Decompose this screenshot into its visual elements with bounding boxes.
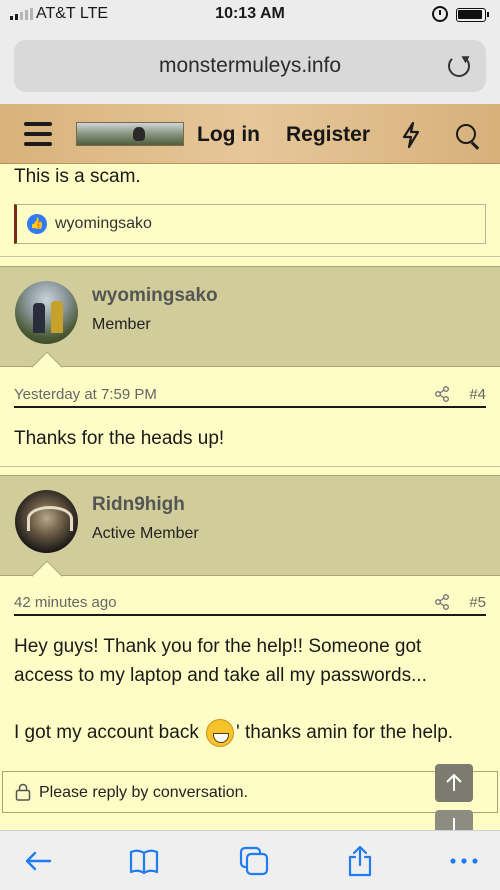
like-icon: 👍 [27,214,47,234]
scroll-top-button[interactable] [435,764,473,802]
grin-emoji-icon [206,718,235,747]
bookmarks-icon[interactable] [128,845,160,877]
arrow-up-icon [446,773,462,791]
post-5-message-line-3a: I got my account back [14,722,199,743]
browser-toolbar [0,830,500,890]
more-icon[interactable] [448,845,480,877]
post-4-meta: Yesterday at 7:59 PM #4 [14,382,486,408]
reload-icon[interactable] [448,55,470,77]
post-5-user-block: Ridn9high Active Member [0,475,500,592]
login-link[interactable]: Log in [197,123,260,147]
share-sheet-icon[interactable] [344,845,376,877]
post-5-timestamp[interactable]: 42 minutes ago [14,594,117,611]
divider [0,256,500,257]
address-bar[interactable]: monstermuleys.info [14,40,486,92]
user-block-pointer [31,560,63,592]
post-5-message-line-2: access to my laptop and take all my pass… [14,665,427,686]
reactions-bar[interactable]: 👍 wyomingsako [14,204,486,244]
clock: 10:13 AM [215,5,285,22]
lock-icon [15,783,31,801]
reaction-user[interactable]: wyomingsako [55,215,152,233]
status-bar: AT&T LTE 10:13 AM [0,0,500,32]
post-4-number[interactable]: #4 [469,386,486,403]
alarm-icon [432,6,448,22]
post-5-message-line-1: Hey guys! Thank you for the help!! Someo… [14,636,422,657]
post-5-message-line-3b: ' thanks amin for the help. [236,722,454,743]
post-4-username[interactable]: wyomingsako [92,285,218,307]
divider [0,466,500,467]
site-logo[interactable] [76,122,184,146]
share-icon[interactable] [434,386,450,402]
tabs-icon[interactable] [238,845,270,877]
arrow-down-icon [453,818,455,830]
post-4-user-block: wyomingsako Member [0,266,500,383]
post-5-username[interactable]: Ridn9high [92,494,185,516]
register-link[interactable]: Register [286,123,370,147]
site-header: Log in Register [0,104,500,164]
search-icon[interactable] [456,124,476,144]
avatar[interactable] [15,490,78,553]
thread-content: This is a scam. 👍 wyomingsako wyomingsak… [0,164,500,830]
post-4-timestamp[interactable]: Yesterday at 7:59 PM [14,386,157,403]
post-5-meta: 42 minutes ago #5 [14,590,486,616]
whats-new-icon[interactable] [400,122,422,148]
scroll-bottom-button[interactable] [435,810,473,830]
post-5-number[interactable]: #5 [469,594,486,611]
reply-notice-text: Please reply by conversation. [39,784,248,801]
browser-chrome: monstermuleys.info [0,32,500,104]
post-3-message: This is a scam. [14,166,141,187]
post-5-user-title: Active Member [92,525,199,542]
post-5-message-line-3: I got my account back ' thanks amin for … [14,718,453,747]
post-4-message: Thanks for the heads up! [14,428,225,449]
share-icon[interactable] [434,594,450,610]
url-text[interactable]: monstermuleys.info [14,54,486,78]
back-icon[interactable] [22,845,54,877]
user-block-pointer [31,351,63,383]
post-4-user-title: Member [92,316,151,333]
avatar[interactable] [15,281,78,344]
reply-notice: Please reply by conversation. [2,771,498,813]
battery-icon [456,8,489,22]
menu-icon[interactable] [24,122,52,146]
